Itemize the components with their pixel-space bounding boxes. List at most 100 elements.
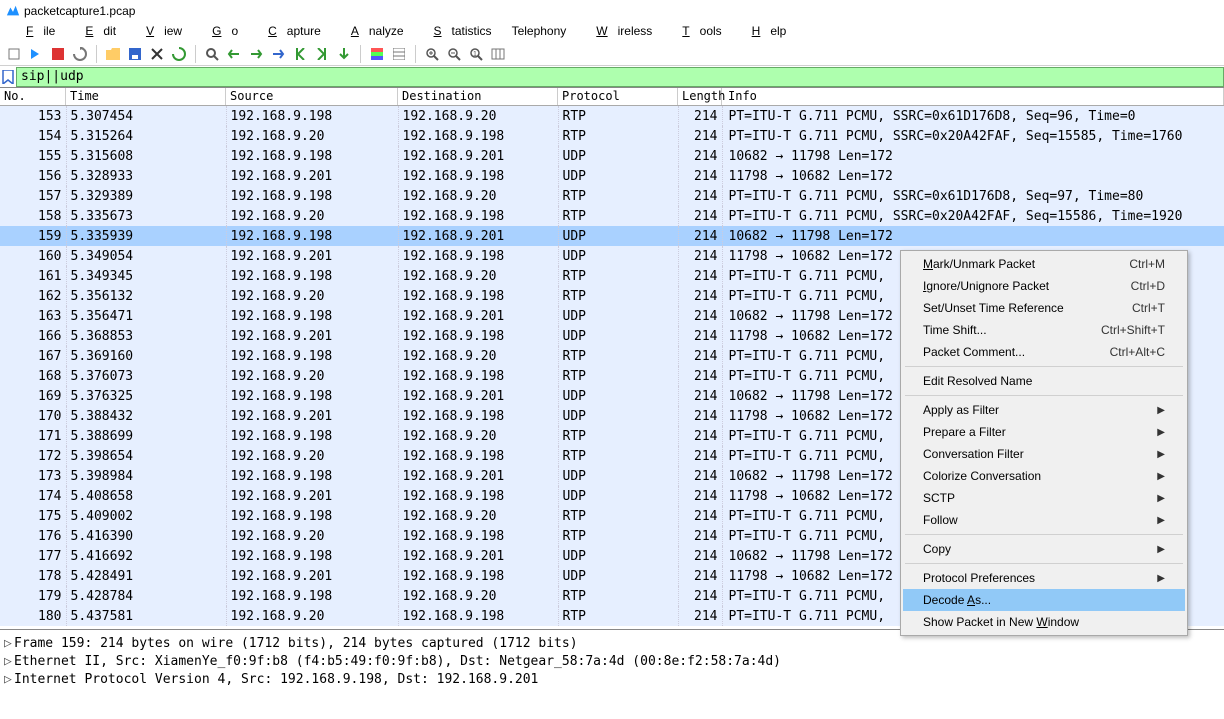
packet-row[interactable]: 1535.307454192.168.9.198192.168.9.20RTP2… [0, 106, 1224, 126]
column-header-no[interactable]: No. [0, 88, 66, 105]
ctx-mark-unmark-packet[interactable]: Mark/Unmark PacketCtrl+M [903, 253, 1185, 275]
cell-no: 166 [0, 326, 66, 346]
cell-len: 214 [678, 206, 722, 226]
cell-prot: UDP [558, 146, 678, 166]
go-first-icon[interactable] [290, 44, 310, 64]
main-toolbar[interactable]: 1 [0, 42, 1224, 66]
ctx-protocol-preferences[interactable]: Protocol Preferences▶ [903, 567, 1185, 589]
cell-no: 153 [0, 106, 66, 126]
ctx-ignore-unignore-packet[interactable]: Ignore/Unignore PacketCtrl+D [903, 275, 1185, 297]
filter-bookmark-icon[interactable] [0, 68, 16, 86]
cell-len: 214 [678, 166, 722, 186]
ctx-decode-as-[interactable]: Decode As... [903, 589, 1185, 611]
column-headers[interactable]: No. Time Source Destination Protocol Len… [0, 88, 1224, 106]
expand-icon[interactable]: ▷ [4, 672, 14, 687]
resize-columns-icon[interactable] [488, 44, 508, 64]
column-header-protocol[interactable]: Protocol [558, 88, 678, 105]
ctx-time-shift-[interactable]: Time Shift...Ctrl+Shift+T [903, 319, 1185, 341]
expand-icon[interactable]: ▷ [4, 636, 14, 651]
detail-line[interactable]: ▷ Frame 159: 214 bytes on wire (1712 bit… [4, 634, 1220, 652]
menu-wireless[interactable]: Wireless [576, 22, 662, 42]
open-file-icon[interactable] [103, 44, 123, 64]
menu-telephony[interactable]: Telephony [502, 22, 577, 42]
ctx-colorize-conversation[interactable]: Colorize Conversation▶ [903, 465, 1185, 487]
detail-line[interactable]: ▷ Internet Protocol Version 4, Src: 192.… [4, 670, 1220, 688]
display-filter-bar[interactable] [0, 66, 1224, 88]
ctx-set-unset-time-reference[interactable]: Set/Unset Time ReferenceCtrl+T [903, 297, 1185, 319]
menu-capture[interactable]: Capture [248, 22, 331, 42]
menu-statistics[interactable]: Statistics [414, 22, 502, 42]
toolbar-btn[interactable] [4, 44, 24, 64]
cell-no: 172 [0, 446, 66, 466]
go-forward-icon[interactable] [246, 44, 266, 64]
column-header-time[interactable]: Time [66, 88, 226, 105]
packet-row[interactable]: 1585.335673192.168.9.20192.168.9.198RTP2… [0, 206, 1224, 226]
packet-row[interactable]: 1595.335939192.168.9.198192.168.9.201UDP… [0, 226, 1224, 246]
start-capture-icon[interactable] [26, 44, 46, 64]
cell-time: 5.388432 [66, 406, 226, 426]
ctx-copy[interactable]: Copy▶ [903, 538, 1185, 560]
cell-dst: 192.168.9.198 [398, 486, 558, 506]
menu-label: Packet Comment... [923, 345, 1025, 359]
cell-prot: RTP [558, 206, 678, 226]
save-file-icon[interactable] [125, 44, 145, 64]
menu-label: Show Packet in New Window [923, 615, 1079, 629]
restart-capture-icon[interactable] [70, 44, 90, 64]
cell-dst: 192.168.9.20 [398, 266, 558, 286]
toolbar-separator [360, 45, 361, 63]
detail-line[interactable]: ▷ Ethernet II, Src: XiamenYe_f0:9f:b8 (f… [4, 652, 1220, 670]
display-filter-input[interactable] [16, 67, 1224, 87]
column-header-info[interactable]: Info [722, 88, 1224, 105]
cell-src: 192.168.9.198 [226, 386, 398, 406]
ctx-show-packet-in-new-window[interactable]: Show Packet in New Window [903, 611, 1185, 633]
reload-icon[interactable] [169, 44, 189, 64]
ctx-conversation-filter[interactable]: Conversation Filter▶ [903, 443, 1185, 465]
ctx-follow[interactable]: Follow▶ [903, 509, 1185, 531]
column-header-source[interactable]: Source [226, 88, 398, 105]
packet-row[interactable]: 1575.329389192.168.9.198192.168.9.20RTP2… [0, 186, 1224, 206]
packet-details[interactable]: ▷ Frame 159: 214 bytes on wire (1712 bit… [0, 629, 1224, 692]
menu-analyze[interactable]: Analyze [331, 22, 414, 42]
zoom-out-icon[interactable] [444, 44, 464, 64]
packet-row[interactable]: 1565.328933192.168.9.201192.168.9.198UDP… [0, 166, 1224, 186]
cell-no: 174 [0, 486, 66, 506]
packet-row[interactable]: 1545.315264192.168.9.20192.168.9.198RTP2… [0, 126, 1224, 146]
go-last-icon[interactable] [312, 44, 332, 64]
column-header-length[interactable]: Length [678, 88, 722, 105]
zoom-reset-icon[interactable]: 1 [466, 44, 486, 64]
menu-edit[interactable]: Edit [65, 22, 126, 42]
menu-file[interactable]: File [6, 22, 65, 42]
toolbar-separator [96, 45, 97, 63]
menu-tools[interactable]: Tools [662, 22, 731, 42]
colorize-icon[interactable] [367, 44, 387, 64]
expand-icon[interactable]: ▷ [4, 654, 14, 669]
menu-view[interactable]: View [126, 22, 192, 42]
ctx-sctp[interactable]: SCTP▶ [903, 487, 1185, 509]
context-menu[interactable]: Mark/Unmark PacketCtrl+MIgnore/Unignore … [900, 250, 1188, 636]
cell-prot: RTP [558, 186, 678, 206]
column-header-destination[interactable]: Destination [398, 88, 558, 105]
ctx-prepare-a-filter[interactable]: Prepare a Filter▶ [903, 421, 1185, 443]
menu-label: Apply as Filter [923, 403, 999, 417]
cell-time: 5.335939 [66, 226, 226, 246]
zoom-in-icon[interactable] [422, 44, 442, 64]
find-icon[interactable] [202, 44, 222, 64]
cell-len: 214 [678, 446, 722, 466]
stop-capture-icon[interactable] [48, 44, 68, 64]
cell-no: 162 [0, 286, 66, 306]
go-back-icon[interactable] [224, 44, 244, 64]
cell-src: 192.168.9.201 [226, 406, 398, 426]
auto-scroll-icon[interactable] [334, 44, 354, 64]
toolbar-btn[interactable] [389, 44, 409, 64]
menu-bar[interactable]: FileEditViewGoCaptureAnalyzeStatisticsTe… [0, 22, 1224, 42]
close-file-icon[interactable] [147, 44, 167, 64]
packet-row[interactable]: 1555.315608192.168.9.198192.168.9.201UDP… [0, 146, 1224, 166]
ctx-edit-resolved-name[interactable]: Edit Resolved Name [903, 370, 1185, 392]
menu-label: Decode As... [923, 593, 991, 607]
ctx-packet-comment-[interactable]: Packet Comment...Ctrl+Alt+C [903, 341, 1185, 363]
menu-help[interactable]: Help [732, 22, 797, 42]
menu-go[interactable]: Go [192, 22, 248, 42]
go-to-icon[interactable] [268, 44, 288, 64]
cell-no: 173 [0, 466, 66, 486]
ctx-apply-as-filter[interactable]: Apply as Filter▶ [903, 399, 1185, 421]
